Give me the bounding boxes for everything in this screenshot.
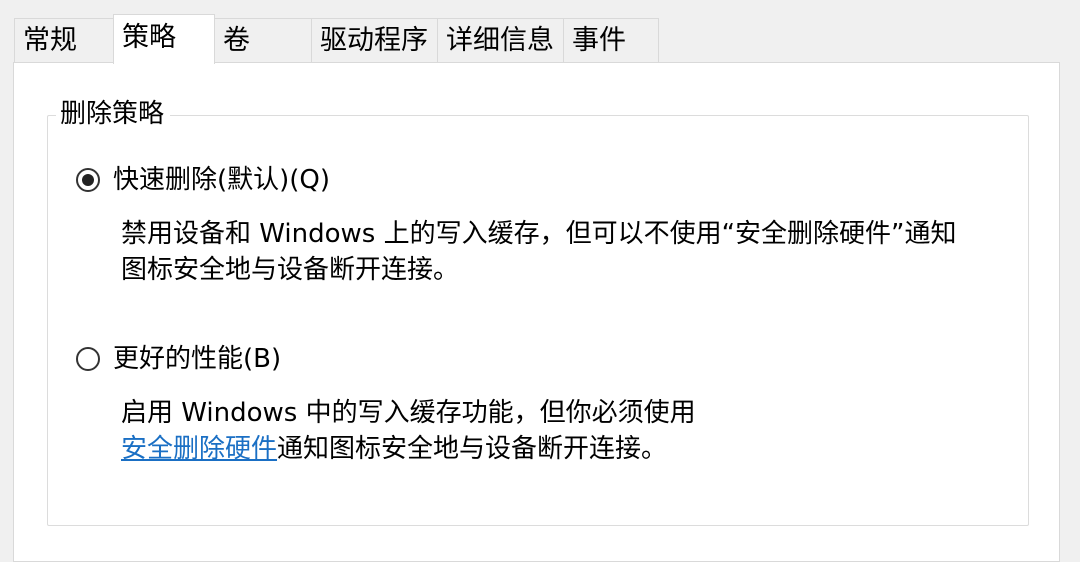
tab-volumes[interactable]: 卷 [214, 18, 312, 63]
quick-removal-desc-line1: 禁用设备和 Windows 上的写入缓存，但可以不使用“安全删除硬件”通知 [121, 219, 957, 249]
better-performance-desc-line1: 启用 Windows 中的写入缓存功能，但你必须使用 [121, 398, 696, 428]
better-performance-option[interactable]: 更好的性能(B) [76, 341, 281, 377]
better-performance-desc-rest: 通知图标安全地与设备断开连接。 [277, 434, 668, 464]
tab-details[interactable]: 详细信息 [437, 18, 564, 63]
quick-removal-label: 快速删除(默认)(Q) [113, 165, 331, 195]
better-performance-radio[interactable] [76, 347, 100, 371]
quick-removal-radio[interactable] [76, 168, 100, 192]
tab-general[interactable]: 常规 [14, 18, 114, 63]
quick-removal-description: 禁用设备和 Windows 上的写入缓存，但可以不使用“安全删除硬件”通知 图标… [121, 216, 1021, 288]
group-title: 删除策略 [56, 97, 171, 131]
tab-events[interactable]: 事件 [563, 18, 659, 63]
better-performance-description: 启用 Windows 中的写入缓存功能，但你必须使用 安全删除硬件通知图标安全地… [121, 395, 1021, 467]
quick-removal-option[interactable]: 快速删除(默认)(Q) [76, 162, 330, 198]
better-performance-desc-line2: 安全删除硬件通知图标安全地与设备断开连接。 [121, 431, 1021, 467]
better-performance-label: 更好的性能(B) [113, 344, 282, 374]
quick-removal-desc-line2: 图标安全地与设备断开连接。 [121, 255, 460, 285]
safely-remove-hardware-link[interactable]: 安全删除硬件 [121, 434, 277, 464]
radio-selected-dot-icon [82, 174, 94, 186]
tab-driver[interactable]: 驱动程序 [311, 18, 438, 63]
tab-policies[interactable]: 策略 [113, 14, 215, 64]
tab-strip: 常规 策略 卷 驱动程序 详细信息 事件 [0, 0, 1080, 64]
removal-policy-group: 删除策略 快速删除(默认)(Q) 禁用设备和 Windows 上的写入缓存，但可… [47, 97, 1029, 526]
policies-panel: 删除策略 快速删除(默认)(Q) 禁用设备和 Windows 上的写入缓存，但可… [13, 62, 1060, 562]
